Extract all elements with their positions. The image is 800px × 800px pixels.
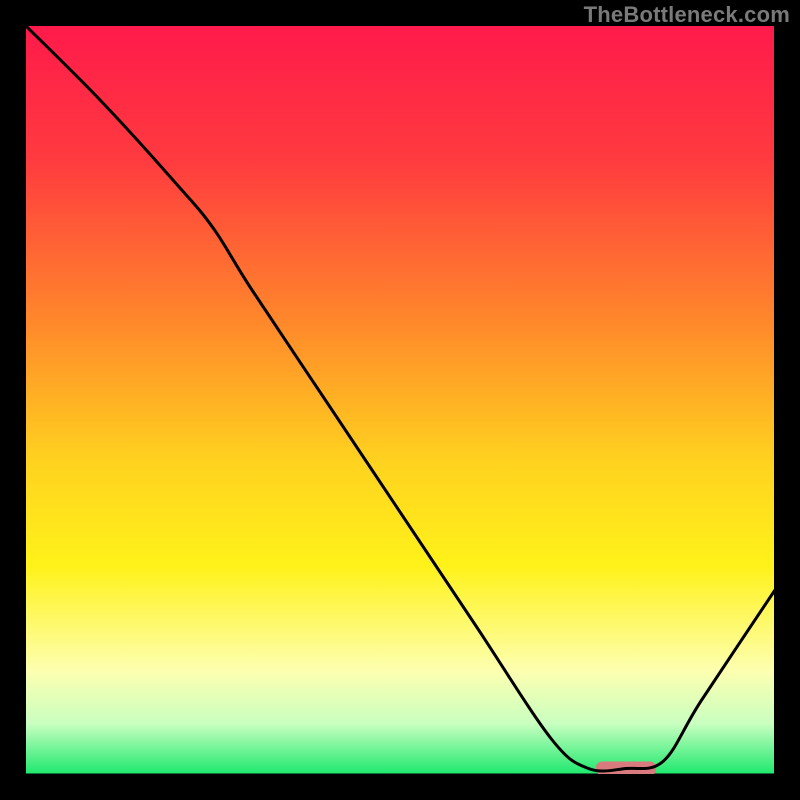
chart-stage: TheBottleneck.com	[0, 0, 800, 800]
gradient-background	[26, 26, 776, 776]
bottleneck-chart	[0, 0, 800, 800]
